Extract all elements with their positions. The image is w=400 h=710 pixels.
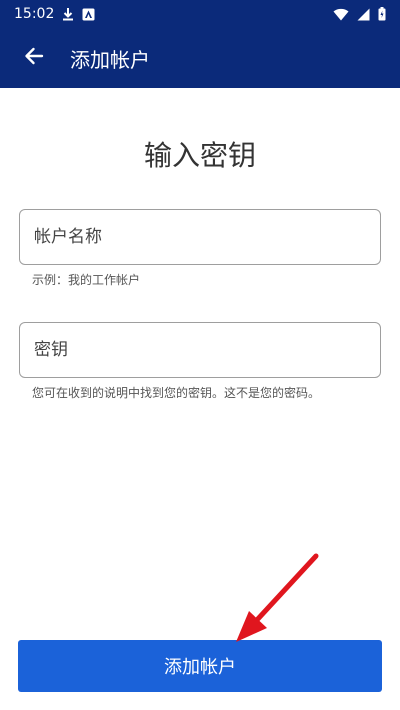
battery-icon: [378, 7, 386, 21]
account-name-input[interactable]: [34, 227, 366, 247]
app-notification-icon: [82, 8, 95, 21]
secret-key-field[interactable]: [19, 322, 381, 378]
status-bar: 15:02: [0, 0, 400, 28]
status-left: 15:02: [14, 6, 95, 22]
secret-key-helper: 您可在收到的说明中找到您的密钥。这不是您的密码。: [32, 386, 321, 400]
app-bar-title: 添加帐户: [70, 47, 150, 72]
secret-key-input[interactable]: [34, 340, 366, 360]
account-name-field[interactable]: [19, 209, 381, 265]
back-button[interactable]: [6, 28, 62, 88]
page-title: 输入密钥: [143, 139, 256, 172]
app-bar: 添加帐户: [0, 28, 400, 88]
status-time: 15:02: [14, 6, 55, 22]
signal-icon: [357, 8, 370, 21]
account-name-helper: 示例：我的工作帐户: [32, 273, 141, 287]
wifi-icon: [333, 8, 349, 21]
arrow-left-icon: [24, 46, 44, 70]
status-right: [333, 7, 386, 21]
download-icon: [62, 7, 74, 21]
add-account-button[interactable]: 添加帐户: [18, 640, 382, 692]
